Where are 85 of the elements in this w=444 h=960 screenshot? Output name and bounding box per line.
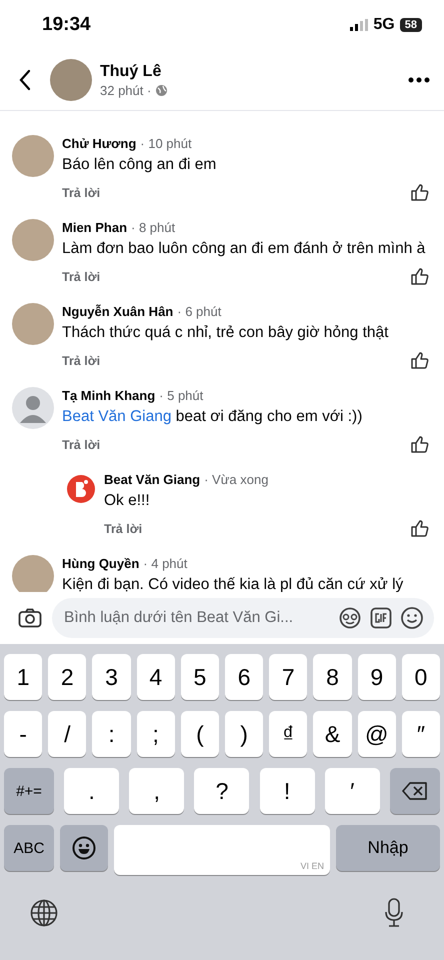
more-icon[interactable] — [408, 77, 430, 83]
comment-text: Thách thức quá c nhỉ, trẻ con bây giờ hỏng thật — [62, 323, 390, 343]
comment-author[interactable]: Beat Văn Giang — [104, 471, 200, 489]
comment-time: · 8 phút — [131, 219, 176, 237]
smiley-icon[interactable] — [400, 606, 424, 630]
keyboard-key[interactable]: & — [313, 711, 352, 757]
keyboard-key[interactable]: / — [48, 711, 86, 757]
comment-text: Báo lên công an đi em — [62, 155, 218, 175]
avatar-photo — [12, 219, 54, 261]
avatar-photo — [50, 59, 92, 101]
keyboard-key[interactable]: 6 — [225, 654, 264, 700]
delete-icon — [402, 781, 428, 801]
keyboard-key[interactable]: ( — [180, 711, 220, 757]
keyboard-key[interactable]: 0 — [402, 654, 440, 700]
return-key[interactable]: Nhập — [336, 825, 440, 871]
comment-author[interactable]: Tạ Minh Khang — [62, 387, 156, 405]
signal-icon — [350, 19, 368, 31]
comment-author[interactable]: Nguyễn Xuân Hân — [62, 303, 174, 321]
delete-key[interactable] — [390, 768, 440, 814]
comment-time: · Vừa xong — [204, 471, 268, 489]
keyboard-key[interactable]: : — [92, 711, 131, 757]
keyboard-key[interactable]: . — [64, 768, 120, 814]
comment-text: Beat Văn Giang beat ơi đăng cho em với :)) — [62, 407, 364, 427]
keyboard-key[interactable]: 9 — [358, 654, 396, 700]
post-time: 32 phút · — [100, 82, 152, 98]
comment-author[interactable]: Hùng Quyền — [62, 555, 140, 573]
default-avatar — [12, 387, 54, 429]
keyboard-key[interactable]: 8 — [313, 654, 352, 700]
globe-icon[interactable] — [30, 899, 58, 927]
thumbs-up-icon[interactable] — [410, 519, 430, 539]
comment-time: · 6 phút — [177, 303, 222, 321]
keyboard-key[interactable]: @ — [358, 711, 396, 757]
globe-icon — [155, 84, 168, 96]
thumbs-up-icon[interactable] — [410, 267, 430, 287]
keyboard-key[interactable]: ! — [260, 768, 315, 814]
keyboard-key[interactable]: ABC — [4, 825, 54, 871]
keyboard-key[interactable]: 5 — [180, 654, 220, 700]
camera-icon[interactable] — [18, 608, 42, 628]
keyboard-key[interactable]: 3 — [92, 654, 131, 700]
avatar-sticker-icon[interactable] — [338, 607, 362, 629]
comment-time: · 4 phút — [143, 555, 188, 573]
keyboard-key[interactable]: 7 — [269, 654, 308, 700]
reply-link[interactable]: Trả lời — [104, 522, 142, 536]
comment-text: Kiện đi bạn. Có video thế kia là pl đủ căn cứ xử lý — [62, 575, 404, 592]
network-label: 5G — [373, 16, 395, 34]
comment-bar[interactable]: Bình luận dưới tên Beat Văn Gi... — [52, 598, 434, 638]
comment-text: Ok e!!! — [104, 491, 151, 511]
emoji-icon — [72, 836, 96, 860]
keyboard-key[interactable]: , — [129, 768, 184, 814]
comment-author[interactable]: Chử Hương — [62, 135, 136, 153]
comment-author[interactable]: Mien Phan — [62, 219, 128, 237]
status-time: 19:34 — [42, 14, 91, 36]
profile-name: Thuý Lê — [100, 62, 162, 80]
keyboard-key[interactable]: ) — [225, 711, 264, 757]
gif-icon[interactable] — [370, 607, 392, 629]
comment-time: · 5 phút — [159, 387, 204, 405]
reply-link[interactable]: Trả lời — [62, 186, 100, 200]
keyboard-key[interactable]: - — [4, 711, 42, 757]
keyboard-key[interactable]: ₫ — [269, 711, 308, 757]
reply-link[interactable]: Trả lời — [62, 438, 100, 452]
reply-link[interactable]: Trả lời — [62, 354, 100, 368]
language-label: VI EN — [300, 861, 324, 871]
emoji-key[interactable] — [60, 825, 108, 871]
thumbs-up-icon[interactable] — [410, 183, 430, 203]
keyboard-key[interactable]: ? — [194, 768, 250, 814]
keyboard-key[interactable]: ′ — [324, 768, 380, 814]
thumbs-up-icon[interactable] — [410, 351, 430, 371]
keyboard-key[interactable]: 4 — [136, 654, 175, 700]
mention-link[interactable]: Beat Văn Giang — [62, 408, 172, 425]
keyboard-key[interactable]: #+= — [4, 768, 54, 814]
avatar-photo — [12, 303, 54, 345]
keyboard-key[interactable]: 2 — [48, 654, 86, 700]
keyboard-key[interactable]: 1 — [4, 654, 42, 700]
back-icon[interactable] — [18, 69, 32, 91]
microphone-icon[interactable] — [384, 898, 404, 928]
comment-time: · 10 phút — [140, 135, 192, 153]
avatar-photo — [12, 555, 54, 592]
battery-indicator: 58 — [400, 18, 422, 32]
keyboard-key[interactable]: ; — [136, 711, 175, 757]
logo-avatar — [66, 474, 96, 504]
comment-text: Làm đơn bao luôn công an đi em đánh ở trên mình à — [62, 239, 426, 259]
thumbs-up-icon[interactable] — [410, 435, 430, 455]
reply-link[interactable]: Trả lời — [62, 270, 100, 284]
avatar-photo — [12, 135, 54, 177]
keyboard-key[interactable]: ″ — [402, 711, 440, 757]
